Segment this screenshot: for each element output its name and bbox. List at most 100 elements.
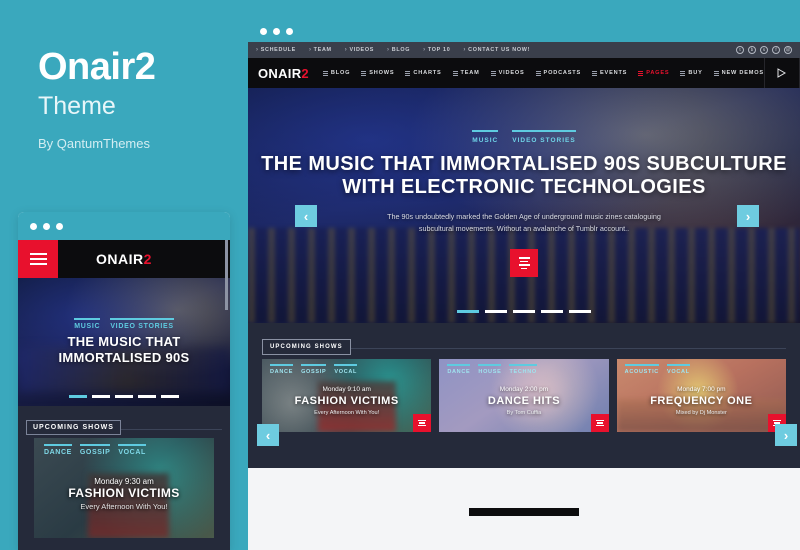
show-card-tags: DANCE HOUSE TECHNO: [447, 364, 537, 375]
mobile-slider-dot[interactable]: [161, 395, 179, 398]
nav-item-shows[interactable]: SHOWS: [361, 70, 394, 76]
show-card-tag[interactable]: HOUSE: [478, 364, 502, 375]
hero-category-music[interactable]: MUSIC: [472, 130, 499, 144]
mobile-slider-dots[interactable]: [69, 395, 179, 398]
browser-window-bar: [248, 20, 800, 42]
hero-categories: MUSIC VIDEO STORIES: [472, 130, 576, 144]
show-card-tag[interactable]: GOSSIP: [301, 364, 327, 375]
show-card[interactable]: DANCE GOSSIP VOCAL Monday 9:10 am FASHIO…: [262, 359, 432, 432]
nav-item-blog[interactable]: BLOG: [322, 70, 350, 76]
mobile-card-tag[interactable]: DANCE: [44, 444, 72, 456]
hero-slider-dot[interactable]: [513, 310, 535, 313]
mobile-hero-category[interactable]: MUSIC: [74, 317, 101, 330]
hero-description: The 90s undoubtedly marked the Golden Ag…: [387, 212, 661, 234]
promo-panel: Onair2 Theme By QantumThemes ONAIR2 MUSI…: [0, 0, 248, 550]
hero-slider-dot[interactable]: [569, 310, 591, 313]
hero-slider-dot[interactable]: [541, 310, 563, 313]
utility-nav-item-videos[interactable]: VIDEOS: [345, 47, 374, 53]
show-card-time: Monday 7:00 pm: [677, 385, 726, 393]
show-card-title: FREQUENCY ONE: [650, 394, 753, 407]
show-card-tag[interactable]: DANCE: [270, 364, 294, 375]
hero-read-more-button[interactable]: [510, 249, 538, 278]
mobile-brand-logo[interactable]: ONAIR2: [58, 251, 230, 267]
mobile-slider-dot[interactable]: [138, 395, 156, 398]
nav-item-buy[interactable]: BUY: [680, 70, 702, 76]
nav-item-charts[interactable]: CHARTS: [405, 70, 441, 76]
facebook-icon[interactable]: f: [772, 46, 780, 54]
mobile-card-desc: Every Afternoon With You!: [80, 502, 168, 511]
mobile-hero-title-line2: IMMORTALISED 90S: [58, 350, 190, 365]
page-footer-area: [248, 468, 800, 516]
hero-next-button[interactable]: ›: [737, 205, 759, 227]
brand-logo[interactable]: ONAIR2: [258, 66, 309, 81]
hero-slider-dot[interactable]: [485, 310, 507, 313]
mobile-hero-categories: MUSIC VIDEO STORIES: [74, 317, 174, 330]
show-card-time: Monday 2:00 pm: [499, 385, 549, 393]
mobile-hero: MUSIC VIDEO STORIES THE MUSIC THAT IMMOR…: [18, 278, 230, 406]
twitter-icon[interactable]: t: [736, 46, 744, 54]
mobile-show-card[interactable]: DANCE GOSSIP VOCAL Monday 9:30 am FASHIO…: [34, 438, 214, 538]
utility-nav-item-contact[interactable]: CONTACT US NOW!: [463, 47, 530, 53]
show-card-tag[interactable]: DANCE: [447, 364, 471, 375]
hero-title-line2: WITH ELECTRONIC TECHNOLOGIES: [342, 176, 706, 199]
page-title: Onair2: [38, 46, 156, 88]
hero-slider-dot[interactable]: [457, 310, 479, 313]
play-icon[interactable]: [763, 58, 799, 88]
nav-item-team[interactable]: TEAM: [452, 70, 480, 76]
utility-nav-item-team[interactable]: TEAM: [309, 47, 332, 53]
mobile-slider-dot[interactable]: [92, 395, 110, 398]
utility-nav-item-schedule[interactable]: SCHEDULE: [256, 47, 296, 53]
hamburger-icon[interactable]: [18, 240, 58, 278]
mobile-upcoming-section: UPCOMING SHOWS DANCE GOSSIP VOCAL Monday…: [18, 240, 230, 550]
mail-icon[interactable]: @: [784, 46, 792, 54]
show-card[interactable]: ACOUSTIC VOCAL Monday 7:00 pm FREQUENCY …: [616, 359, 786, 432]
mobile-card-time: Monday 9:30 am: [94, 477, 154, 486]
nav-item-videos[interactable]: VIDEOS: [490, 70, 525, 76]
nav-item-events[interactable]: EVENTS: [592, 70, 627, 76]
behance-icon[interactable]: b: [748, 46, 756, 54]
utility-nav: SCHEDULE TEAM VIDEOS BLOG TOP 10 CONTACT…: [248, 42, 800, 58]
show-card-action-button[interactable]: [413, 414, 432, 432]
mobile-scrollbar[interactable]: [225, 240, 228, 310]
window-dot-green[interactable]: [286, 27, 293, 35]
show-card-title: DANCE HITS: [487, 394, 561, 407]
show-card[interactable]: DANCE HOUSE TECHNO Monday 2:00 pm DANCE …: [439, 359, 609, 432]
upcoming-shows-cards: DANCE GOSSIP VOCAL Monday 9:10 am FASHIO…: [262, 359, 786, 432]
hero-title: THE MUSIC THAT IMMORTALISED 90S SUBCULTU…: [261, 153, 787, 199]
show-card-tags: DANCE GOSSIP VOCAL: [270, 364, 358, 375]
show-card-time: Monday 9:10 am: [322, 385, 371, 393]
main-nav-links: BLOG SHOWS CHARTS TEAM VIDEOS PODCASTS E…: [322, 70, 764, 76]
nav-item-new-demos[interactable]: NEW DEMOS: [713, 70, 764, 76]
show-card-title: FASHION VICTIMS: [294, 394, 399, 407]
window-dot-yellow[interactable]: [273, 27, 280, 35]
upcoming-next-button[interactable]: ›: [775, 424, 797, 446]
nav-item-pages[interactable]: PAGES: [638, 70, 669, 76]
mobile-card-title: FASHION VICTIMS: [68, 486, 180, 500]
browser-window: SCHEDULE TEAM VIDEOS BLOG TOP 10 CONTACT…: [248, 20, 800, 550]
upcoming-prev-button[interactable]: ‹: [257, 424, 279, 446]
show-card-tag[interactable]: VOCAL: [334, 364, 358, 375]
mobile-slider-dot[interactable]: [115, 395, 133, 398]
utility-nav-item-top10[interactable]: TOP 10: [423, 47, 450, 53]
hero-prev-button[interactable]: ‹: [295, 205, 317, 227]
page-byline: By QantumThemes: [38, 135, 150, 151]
show-card-tag[interactable]: TECHNO: [509, 364, 537, 375]
window-dot-red[interactable]: [260, 27, 267, 35]
show-card-tag[interactable]: ACOUSTIC: [624, 364, 659, 375]
utility-nav-item-blog[interactable]: BLOG: [387, 47, 410, 53]
mobile-hero-title: THE MUSIC THAT IMMORTALISED 90S: [59, 334, 190, 367]
show-card-tag[interactable]: VOCAL: [666, 364, 690, 375]
show-card-desc: By Tom Cuffia: [506, 409, 542, 416]
show-card-action-button[interactable]: [590, 414, 609, 432]
mobile-slider-dot[interactable]: [69, 395, 87, 398]
mobile-card-tag[interactable]: GOSSIP: [79, 444, 111, 456]
soundcloud-icon[interactable]: s: [760, 46, 768, 54]
mobile-card-tag[interactable]: VOCAL: [118, 444, 146, 456]
mobile-card-tags: DANCE GOSSIP VOCAL: [44, 444, 146, 456]
page-subtitle: Theme: [38, 91, 116, 120]
nav-item-podcasts[interactable]: PODCASTS: [535, 70, 581, 76]
upcoming-shows-label: UPCOMING SHOWS: [262, 339, 351, 355]
footer-accent-bar: [469, 508, 579, 516]
hero-category-video-stories[interactable]: VIDEO STORIES: [512, 130, 576, 144]
mobile-hero-category[interactable]: VIDEO STORIES: [110, 317, 174, 330]
